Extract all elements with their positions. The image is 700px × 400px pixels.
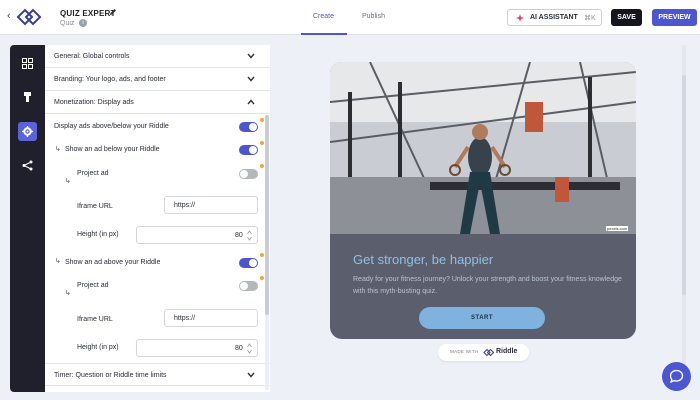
chat-support-button[interactable]: [662, 362, 691, 391]
gear-icon: [22, 126, 33, 137]
section-branding[interactable]: Branding: Your logo, ads, and footer: [45, 68, 270, 91]
show-ad-below-toggle[interactable]: [239, 145, 258, 155]
project-ad-above-toggle[interactable]: [239, 281, 258, 291]
top-bar: ‹ QUIZ EXPERT Quiz i Create Publish AI A…: [0, 0, 700, 35]
rail-item-design[interactable]: [18, 88, 37, 107]
sidebar-rail: [10, 45, 45, 392]
grid-icon: [22, 58, 33, 69]
fitness-photo: [330, 62, 636, 234]
iframe-url-below-input[interactable]: https://: [164, 196, 258, 214]
height-below-input[interactable]: 80: [136, 226, 258, 244]
change-indicator: [260, 141, 264, 145]
show-ad-above-toggle[interactable]: [239, 258, 258, 268]
chevron-up-icon: [247, 99, 255, 105]
iframe-url-value: https://: [174, 202, 196, 209]
section-label: General: Global controls: [54, 53, 130, 60]
quiz-preview-card: pexels.com Get stronger, be happier Read…: [330, 62, 636, 339]
section-monetization[interactable]: Monetization: Display ads: [45, 91, 270, 114]
display-ads-toggle[interactable]: [239, 122, 258, 132]
quiz-description: Ready for your fitness journey? Unlock y…: [353, 276, 622, 295]
riddle-logo-icon: [483, 348, 494, 357]
project-ad-label: Project ad: [77, 282, 109, 289]
height-above-input[interactable]: 80: [136, 339, 258, 357]
preview-scrollbar-thumb[interactable]: [682, 75, 686, 295]
nested-arrow-icon: ↳: [55, 258, 61, 265]
ai-sparkle-icon: [516, 14, 524, 22]
quiz-title-preview: Get stronger, be happier: [353, 252, 494, 267]
back-chevron-icon[interactable]: ‹: [7, 10, 11, 22]
change-indicator: [260, 164, 264, 168]
tab-publish[interactable]: Publish: [362, 13, 385, 20]
height-value: 80: [235, 345, 243, 352]
height-value: 80: [235, 232, 243, 239]
show-ad-above-label: Show an ad above your Riddle: [65, 259, 161, 266]
chevron-down-icon: [247, 372, 255, 378]
rail-item-share[interactable]: [18, 156, 37, 175]
section-general[interactable]: General: Global controls: [45, 45, 270, 68]
preview-button[interactable]: PREVIEW: [652, 9, 697, 26]
project-ad-below-toggle[interactable]: [239, 169, 258, 179]
ai-shortcut-hint: ⌘K: [584, 15, 596, 22]
share-icon: [22, 160, 33, 171]
ai-assistant-label: AI ASSISTANT: [530, 14, 578, 21]
display-ads-label: Display ads above/below your Riddle: [54, 123, 169, 130]
chat-bubble-icon: [669, 369, 684, 384]
quiz-title: QUIZ EXPERT: [60, 9, 116, 18]
nested-arrow-icon: ↳: [55, 146, 61, 153]
stepper-icon[interactable]: [247, 343, 252, 354]
show-ad-below-label: Show an ad below your Riddle: [65, 146, 160, 153]
rail-item-layout[interactable]: [18, 54, 37, 73]
tab-create[interactable]: Create: [313, 13, 334, 20]
riddle-logo[interactable]: [16, 8, 42, 26]
edit-pencil-icon[interactable]: [109, 8, 117, 16]
ai-assistant-button[interactable]: AI ASSISTANT ⌘K: [507, 9, 602, 26]
brand-name: Riddle: [496, 348, 518, 355]
info-icon[interactable]: i: [79, 19, 87, 27]
iframe-url-value: https://: [174, 315, 196, 322]
settings-panel: General: Global controls Branding: Your …: [45, 45, 270, 392]
iframe-url-label: Iframe URL: [77, 203, 113, 210]
made-with-label: MADE WITH: [450, 349, 479, 354]
quiz-type: Quiz: [60, 20, 75, 27]
chevron-down-icon: [247, 76, 255, 82]
panel-scrollbar-thumb[interactable]: [265, 115, 269, 315]
rail-item-settings[interactable]: [18, 122, 37, 141]
change-indicator: [260, 253, 264, 257]
section-label: Branding: Your logo, ads, and footer: [54, 76, 166, 83]
save-button[interactable]: SAVE: [611, 9, 642, 26]
made-with-badge[interactable]: MADE WITH Riddle: [438, 344, 529, 361]
height-label: Height (in px): [77, 231, 119, 238]
section-label: Timer: Question or Riddle time limits: [54, 372, 167, 379]
change-indicator: [260, 118, 264, 122]
height-label: Height (in px): [77, 344, 119, 351]
nested-arrow-icon: ↳: [65, 290, 71, 297]
chevron-down-icon: [247, 53, 255, 59]
photo-credit: pexels.com: [606, 226, 629, 231]
start-button[interactable]: START: [419, 307, 545, 329]
nested-arrow-icon: ↳: [65, 178, 71, 185]
active-tab-indicator: [301, 33, 347, 35]
stepper-icon[interactable]: [247, 230, 252, 241]
paint-brush-icon: [24, 92, 31, 102]
iframe-url-label: Iframe URL: [77, 316, 113, 323]
section-label: Monetization: Display ads: [54, 99, 134, 106]
change-indicator: [260, 276, 264, 280]
iframe-url-above-input[interactable]: https://: [164, 309, 258, 327]
section-timer[interactable]: Timer: Question or Riddle time limits: [45, 363, 270, 386]
project-ad-label: Project ad: [77, 170, 109, 177]
